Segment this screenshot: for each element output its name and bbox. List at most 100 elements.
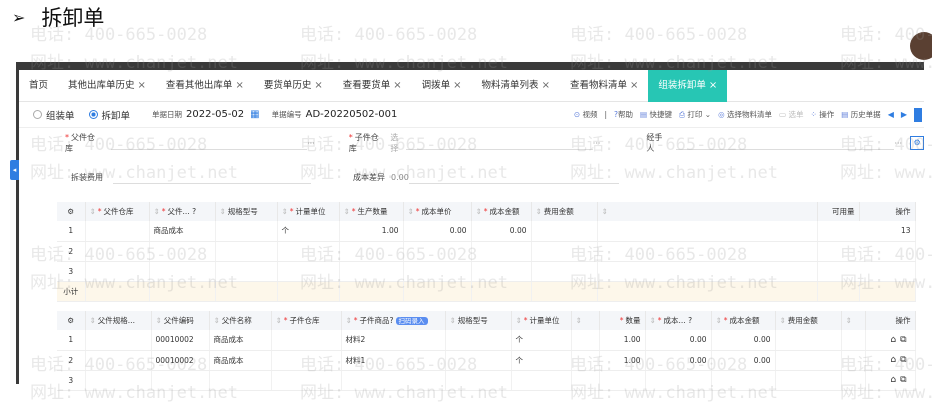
child-warehouse-input[interactable]: 选择 — [390, 132, 406, 154]
table-cell[interactable]: 商品成本 — [209, 330, 272, 351]
delete-icon[interactable]: ⌂ — [890, 375, 900, 385]
header-parent-warehouse[interactable]: ⇕ * 父件仓库 — [85, 202, 150, 221]
table-cell[interactable] — [403, 241, 472, 262]
table-cell[interactable]: 0.00 — [403, 221, 472, 242]
header-parent-spec[interactable]: ⇕ 父件规格... — [85, 311, 152, 330]
copy-icon[interactable]: ⧉ — [900, 355, 910, 365]
table-cell[interactable]: 00010002 — [151, 330, 210, 351]
column-settings-icon[interactable]: ⚙ — [57, 311, 86, 330]
header-parent-item[interactable]: ⇕ * 父件... ? — [149, 202, 216, 221]
table-cell[interactable] — [817, 241, 916, 262]
parent-warehouse-picker[interactable]: ··· — [307, 139, 315, 148]
header-blank[interactable]: ⇕ — [597, 202, 818, 221]
radio-assemble[interactable]: 组装单 — [33, 108, 75, 122]
header-qty[interactable]: ⇕ * 生产数量 — [339, 202, 404, 221]
table-cell[interactable] — [571, 370, 600, 391]
header-child-spec[interactable]: ⇕ 规格型号 — [445, 311, 512, 330]
tab-item[interactable]: 要货单历史 × — [254, 70, 333, 102]
number-field[interactable]: AD-20220502-001 — [306, 109, 398, 120]
batch-entry-badge[interactable]: 扫码录入 — [395, 317, 428, 325]
header-available[interactable]: 可用量 — [817, 202, 860, 221]
table-cell[interactable] — [85, 370, 152, 391]
tab-item[interactable]: 物料清单列表 × — [472, 70, 560, 102]
table-cell[interactable] — [471, 261, 532, 282]
tab-item[interactable]: 首页 — [19, 70, 58, 102]
row-index[interactable]: 1 — [57, 221, 86, 242]
header-amount[interactable]: ⇕ * 成本金额 — [471, 202, 532, 221]
close-icon[interactable]: × — [314, 70, 322, 102]
table-cell[interactable]: 0.00 — [645, 350, 712, 371]
table-cell[interactable]: 0.00 — [645, 330, 712, 351]
table-cell[interactable] — [645, 370, 712, 391]
table-cell[interactable] — [841, 370, 866, 391]
tab-item[interactable]: 查看物料清单 × — [560, 70, 648, 102]
table-cell[interactable] — [775, 330, 842, 351]
table-cell[interactable]: 1.00 — [599, 350, 646, 371]
table-cell[interactable] — [85, 261, 150, 282]
table-row[interactable]: 3⌂⧉ — [57, 261, 916, 282]
table-cell[interactable]: 13 — [817, 221, 916, 242]
table-cell[interactable] — [775, 370, 842, 391]
header-blank[interactable]: ⇕ — [571, 311, 600, 330]
table-cell[interactable]: 个 — [511, 350, 572, 371]
table-cell[interactable] — [841, 350, 866, 371]
close-icon[interactable]: × — [542, 70, 550, 102]
child-warehouse-picker[interactable]: ··· — [593, 139, 601, 148]
avatar[interactable] — [910, 32, 932, 60]
table-cell[interactable] — [597, 241, 818, 262]
table-cell[interactable] — [339, 261, 404, 282]
table-row[interactable]: 1 00010002 商品成本 材料2 个 1.00 0.00 0.00 ⌂⧉ — [57, 330, 916, 351]
close-icon[interactable]: × — [709, 70, 717, 102]
header-blank2[interactable]: ⇕ — [841, 311, 866, 330]
delete-icon[interactable]: ⌂ — [890, 355, 900, 365]
table-cell[interactable] — [445, 330, 512, 351]
next-icon[interactable]: ▶ — [901, 110, 907, 119]
parent-warehouse-input[interactable] — [110, 136, 308, 150]
copy-icon[interactable]: ⧉ — [900, 335, 910, 345]
tab-item[interactable]: 组装拆卸单 × — [648, 69, 728, 102]
header-cost-amount[interactable]: ⇕ * 成本金额 — [711, 311, 776, 330]
tab-item[interactable]: 调拨单 × — [412, 70, 472, 102]
table-cell[interactable]: 1.00 — [339, 221, 404, 242]
table-cell[interactable] — [711, 370, 776, 391]
table-cell[interactable] — [215, 261, 278, 282]
header-parent-name[interactable]: ⇕ 父件名称 — [209, 311, 272, 330]
table-cell[interactable] — [599, 370, 646, 391]
table-cell[interactable] — [271, 370, 342, 391]
table-row[interactable]: 2 00010002 商品成本 材料1 个 1.00 0.00 0.00 ⌂⧉ — [57, 350, 916, 371]
table-cell[interactable] — [817, 261, 916, 282]
table-cell[interactable] — [277, 261, 340, 282]
table-cell[interactable] — [597, 221, 818, 242]
table-cell[interactable] — [339, 241, 404, 262]
table-cell[interactable] — [149, 241, 216, 262]
table-cell[interactable]: 材料2 — [341, 330, 446, 351]
table-cell[interactable] — [445, 370, 512, 391]
table-cell[interactable]: 00010002 — [151, 350, 210, 371]
calendar-icon[interactable]: ▦ — [250, 109, 259, 120]
header-child-item[interactable]: ⇕ * 子件商品? 扫码录入 — [341, 311, 446, 330]
tab-item[interactable]: 查看要货单 × — [333, 70, 412, 102]
header-price[interactable]: ⇕ * 成本单价 — [403, 202, 472, 221]
table-cell[interactable] — [209, 370, 272, 391]
table-cell[interactable] — [571, 350, 600, 371]
tab-item[interactable]: 查看其他出库单 × — [156, 70, 254, 102]
table-cell[interactable] — [215, 241, 278, 262]
table-cell[interactable]: 个 — [511, 330, 572, 351]
panel-toggle-icon[interactable] — [914, 107, 922, 122]
actions-button[interactable]: ⁘ 操作 — [811, 109, 835, 120]
table-cell[interactable]: 0.00 — [711, 330, 776, 351]
header-parent-code[interactable]: ⇕ 父件编码 — [151, 311, 210, 330]
table-cell[interactable]: 商品成本 — [149, 221, 216, 242]
close-icon[interactable]: × — [138, 70, 146, 102]
sidebar-toggle-icon[interactable]: ◂ — [10, 160, 19, 180]
row-index[interactable]: 3 — [57, 370, 86, 391]
delete-icon[interactable]: ⌂ — [890, 335, 900, 345]
column-settings-icon[interactable]: ⚙ — [57, 202, 86, 221]
close-icon[interactable]: × — [453, 70, 461, 102]
row-index[interactable]: 3 — [57, 261, 86, 282]
row-index[interactable]: 2 — [57, 241, 86, 262]
tab-item[interactable]: 其他出库单历史 × — [58, 70, 156, 102]
table-cell[interactable]: 1.00 — [599, 330, 646, 351]
table-cell[interactable] — [277, 241, 340, 262]
row-index[interactable]: 1 — [57, 330, 86, 351]
